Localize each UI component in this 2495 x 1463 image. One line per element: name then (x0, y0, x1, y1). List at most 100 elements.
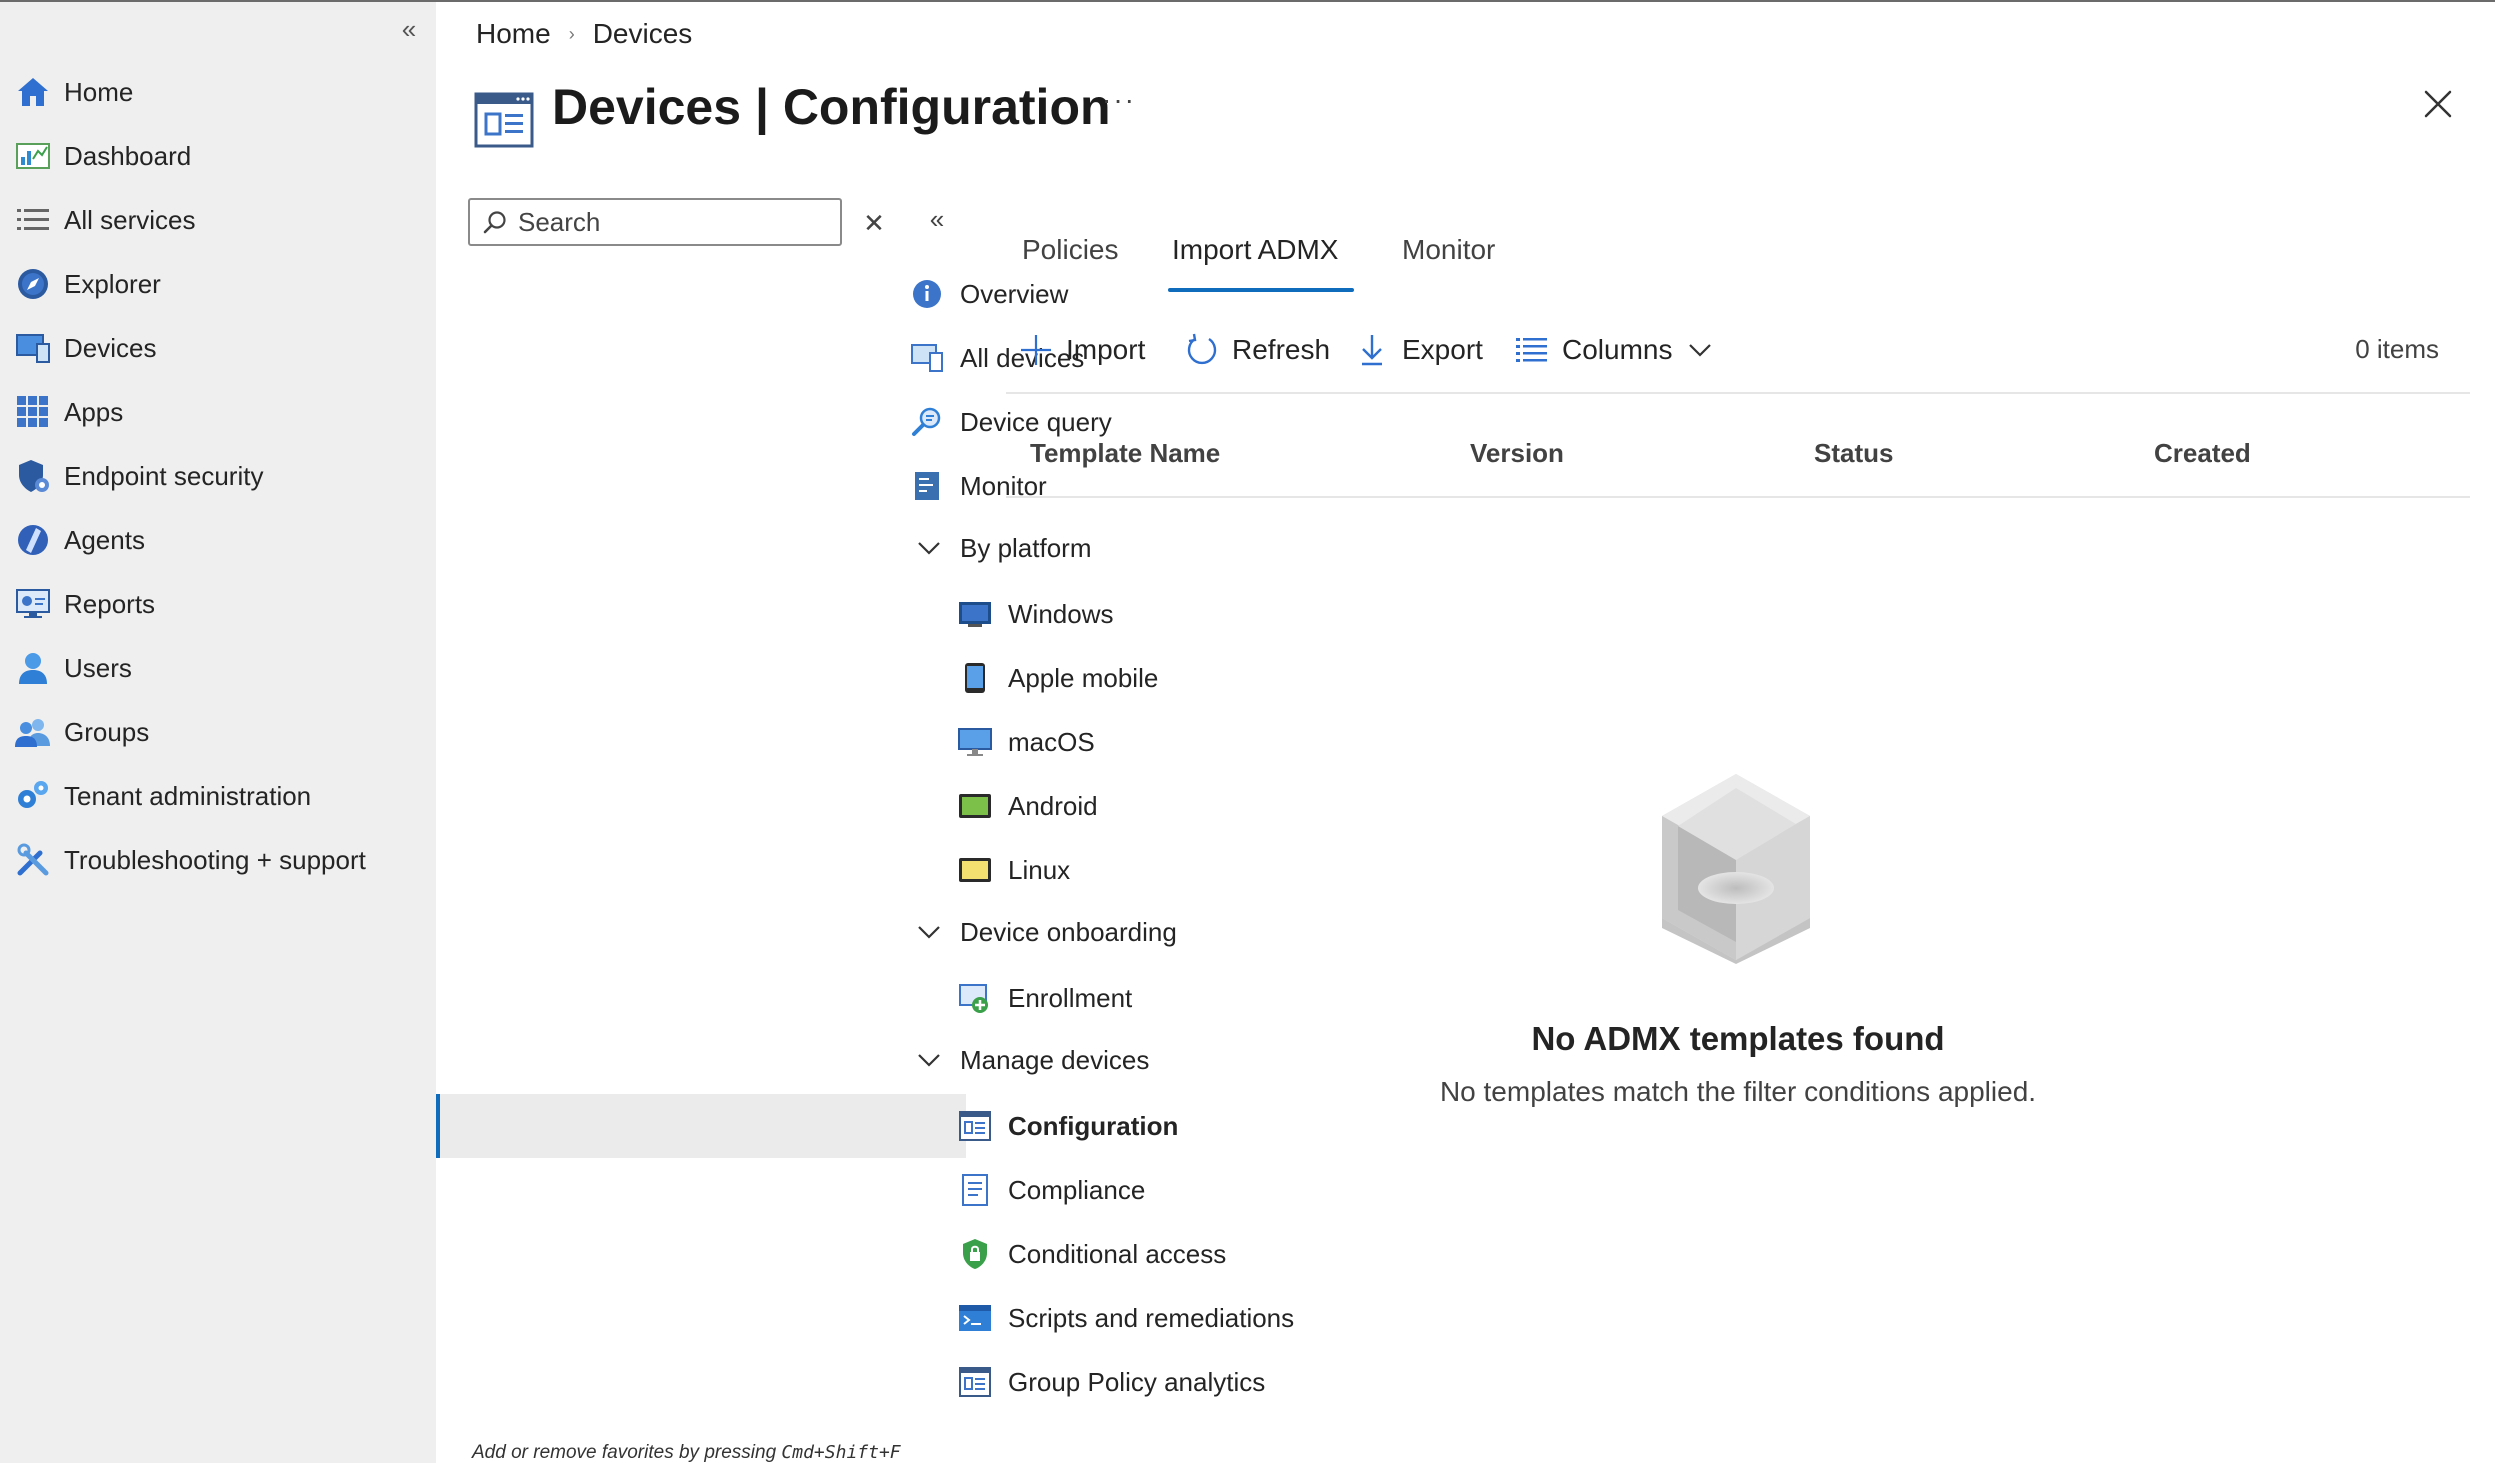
section-nav-label: Group Policy analytics (1008, 1366, 1266, 1397)
reports-icon (14, 585, 52, 623)
section-nav-item-linux[interactable]: Linux (436, 838, 1070, 902)
global-nav-label: Dashboard (64, 140, 192, 171)
favorites-hint-shortcut: Cmd+Shift+F (781, 1442, 901, 1463)
import-button[interactable]: Import (1018, 328, 1145, 372)
lock-shield-icon (958, 1237, 992, 1271)
import-label: Import (1066, 334, 1146, 365)
groups-icon (14, 713, 52, 751)
section-nav-group-manage-devices[interactable]: Manage devices (436, 1028, 1149, 1092)
section-nav-group-by-platform[interactable]: By platform (436, 516, 1092, 580)
toolbar-divider (1006, 392, 2470, 394)
column-header-status[interactable]: Status (1814, 438, 1893, 469)
section-nav-label: Configuration (1008, 1110, 1179, 1141)
search-icon (482, 210, 508, 236)
enrollment-icon (958, 981, 992, 1015)
section-nav-group-label: Device onboarding (960, 916, 1177, 947)
global-nav-item-reports[interactable]: Reports (0, 576, 436, 632)
section-nav-item-macos[interactable]: macOS (436, 710, 1095, 774)
section-nav-item-compliance[interactable]: Compliance (436, 1158, 1145, 1222)
dashboard-icon (14, 137, 52, 175)
global-nav-item-apps[interactable]: Apps (0, 384, 436, 440)
configuration-page-icon (474, 92, 534, 148)
script-icon (958, 1301, 992, 1335)
global-nav-item-agents[interactable]: Agents (0, 512, 436, 568)
close-icon[interactable] (2422, 88, 2454, 120)
export-label: Export (1402, 334, 1483, 365)
refresh-button[interactable]: Refresh (1184, 328, 1330, 372)
linux-device-icon (958, 853, 992, 887)
global-nav-item-groups[interactable]: Groups (0, 704, 436, 760)
section-nav-item-enrollment[interactable]: Enrollment (436, 966, 1132, 1030)
breadcrumb-home-link[interactable]: Home (476, 18, 551, 50)
columns-button[interactable]: Columns (1514, 328, 1718, 372)
global-nav-item-dashboard[interactable]: Dashboard (0, 128, 436, 184)
tenant-admin-icon (14, 777, 52, 815)
export-button[interactable]: Export (1354, 328, 1483, 372)
search-input[interactable] (518, 204, 834, 240)
column-header-template-name[interactable]: Template Name (1030, 438, 1220, 469)
section-nav-item-android[interactable]: Android (436, 774, 1098, 838)
breadcrumb-devices-link[interactable]: Devices (593, 18, 693, 50)
clear-search-button[interactable]: ✕ (862, 208, 886, 238)
section-nav-label: Windows (1008, 598, 1114, 629)
tab-monitor[interactable]: Monitor (1402, 234, 1495, 266)
columns-list-icon (1514, 332, 1550, 368)
section-nav-label: Enrollment (1008, 982, 1133, 1013)
tab-policies[interactable]: Policies (1022, 234, 1118, 266)
items-count: 0 items (2355, 334, 2439, 364)
section-nav-label: Overview (960, 278, 1069, 309)
global-nav-item-all-services[interactable]: All services (0, 192, 436, 248)
tab-import-admx[interactable]: Import ADMX (1172, 234, 1338, 266)
page-title-rest: | Configuration (741, 79, 1111, 135)
section-nav-label: Android (1008, 790, 1098, 821)
collapse-global-nav-button[interactable]: « (396, 16, 422, 42)
empty-state-subtitle: No templates match the filter conditions… (1439, 1076, 2037, 1107)
global-nav-item-troubleshooting[interactable]: Troubleshooting + support (0, 832, 436, 888)
global-nav-item-home[interactable]: Home (0, 64, 436, 120)
chevron-down-icon (1682, 332, 1718, 368)
plus-icon (1018, 332, 1054, 368)
user-icon (14, 649, 52, 687)
collapse-section-nav-button[interactable]: « (922, 204, 952, 234)
global-nav-label: Apps (64, 396, 124, 427)
section-nav-item-overview[interactable]: Overview (436, 262, 1068, 326)
favorites-hint-text: Add or remove favorites by pressing (472, 1442, 782, 1463)
breadcrumb-separator-icon: › (568, 23, 575, 44)
global-nav-label: Agents (64, 524, 145, 555)
global-nav-item-devices[interactable]: Devices (0, 320, 436, 376)
section-nav-item-apple-mobile[interactable]: Apple mobile (436, 646, 1158, 710)
section-nav-item-configuration[interactable]: Configuration (436, 1094, 1178, 1158)
list-icon (14, 201, 52, 239)
favorites-hint: Add or remove favorites by pressing Cmd+… (472, 1442, 901, 1463)
breadcrumb: Home › Devices (476, 18, 692, 50)
global-nav-item-users[interactable]: Users (0, 640, 436, 696)
section-nav-group-device-onboarding[interactable]: Device onboarding (436, 900, 1177, 964)
global-nav-label: Endpoint security (64, 460, 264, 491)
column-header-version[interactable]: Version (1470, 438, 1564, 469)
section-nav-label: Linux (1008, 854, 1071, 885)
group-policy-icon (958, 1365, 992, 1399)
section-nav-item-monitor[interactable]: Monitor (436, 454, 1047, 518)
global-nav-label: Explorer (64, 268, 161, 299)
apps-grid-icon (14, 393, 52, 431)
section-nav-item-all-devices[interactable]: All devices (436, 326, 1084, 390)
compliance-icon (958, 1173, 992, 1207)
section-nav-item-windows[interactable]: Windows (436, 582, 1113, 646)
active-tab-indicator (1168, 288, 1354, 292)
global-nav-item-endpoint-security[interactable]: Endpoint security (0, 448, 436, 504)
section-nav-item-conditional-access[interactable]: Conditional access (436, 1222, 1226, 1286)
section-nav-item-scripts[interactable]: Scripts and remediations (436, 1286, 1294, 1350)
devices-icon (14, 329, 52, 367)
refresh-label: Refresh (1232, 334, 1331, 365)
more-options-button[interactable]: ··· (1102, 84, 1136, 116)
wrench-icon (14, 841, 52, 879)
global-nav-item-explorer[interactable]: Explorer (0, 256, 436, 312)
columns-label: Columns (1562, 334, 1673, 365)
global-nav-item-tenant-administration[interactable]: Tenant administration (0, 768, 436, 824)
column-header-created[interactable]: Created (2154, 438, 2251, 469)
section-search-box (468, 198, 842, 246)
global-nav-label: Home (64, 76, 134, 107)
section-nav-item-device-query[interactable]: Device query (436, 390, 1112, 454)
section-nav-item-group-policy-analytics[interactable]: Group Policy analytics (436, 1350, 1265, 1414)
global-nav-label: Groups (64, 716, 150, 747)
